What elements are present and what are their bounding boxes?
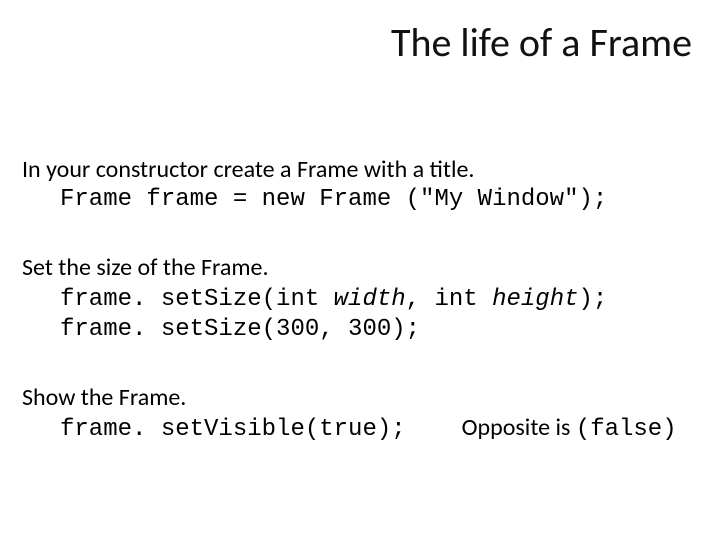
constructor-intro: In your constructor create a Frame with … bbox=[22, 155, 474, 184]
show-intro: Show the Frame. bbox=[22, 383, 186, 412]
setsize-height: height bbox=[492, 286, 578, 313]
setsize-width: width bbox=[334, 286, 406, 313]
setsize-code-e: ); bbox=[579, 286, 608, 313]
show-row: frame. setVisible(true); Opposite is (fa… bbox=[22, 413, 698, 445]
setsize-line2: frame. setSize(300, 300); bbox=[22, 315, 698, 345]
setsize-code-c: , int bbox=[406, 286, 492, 313]
slide: The life of a Frame In your constructor … bbox=[0, 0, 720, 540]
show-code: frame. setVisible(true); bbox=[60, 415, 406, 445]
slide-body: In your constructor create a Frame with … bbox=[22, 155, 698, 483]
paragraph-show: Show the Frame. frame. setVisible(true);… bbox=[22, 383, 698, 445]
opposite-code: (false) bbox=[576, 416, 677, 443]
show-opposite: Opposite is (false) bbox=[406, 413, 698, 445]
setsize-line1: frame. setSize(int width, int height); bbox=[22, 283, 698, 315]
paragraph-setsize: Set the size of the Frame. frame. setSiz… bbox=[22, 253, 698, 345]
constructor-code: Frame frame = new Frame ("My Window"); bbox=[22, 185, 698, 215]
slide-title: The life of a Frame bbox=[391, 18, 692, 67]
paragraph-constructor: In your constructor create a Frame with … bbox=[22, 155, 698, 215]
setsize-intro: Set the size of the Frame. bbox=[22, 253, 269, 282]
setsize-code-a: frame. setSize(int bbox=[60, 286, 334, 313]
opposite-label: Opposite is bbox=[462, 413, 576, 442]
